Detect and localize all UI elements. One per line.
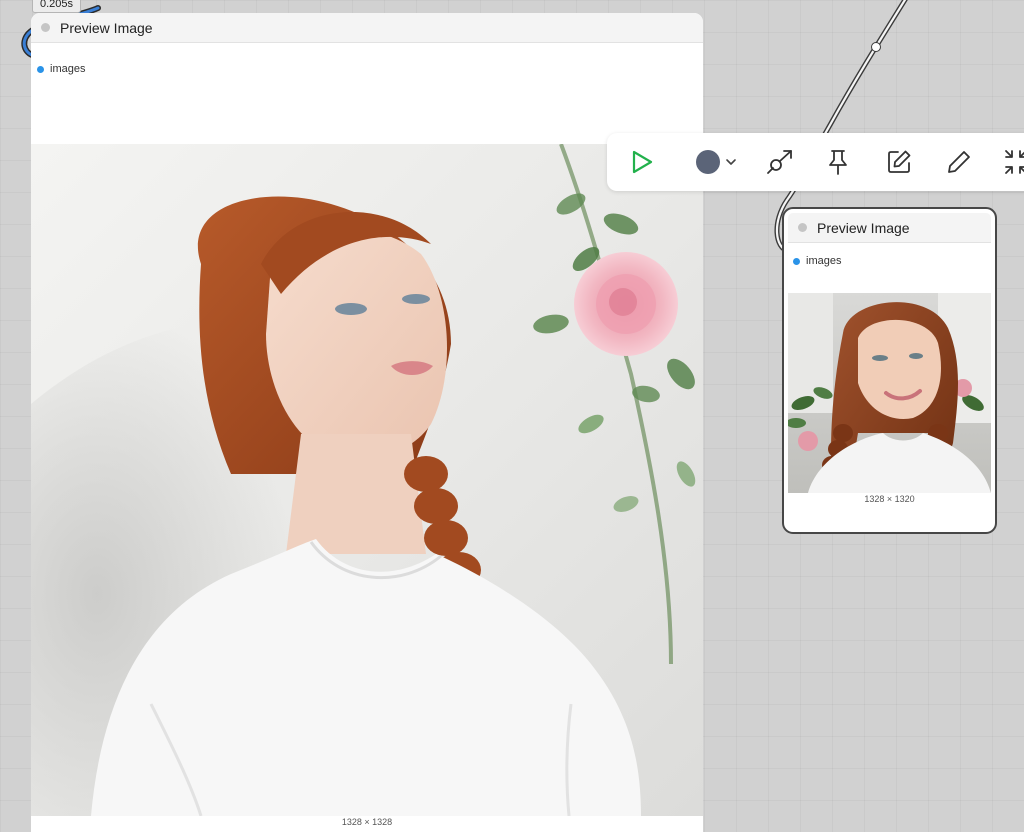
collapse-button[interactable]: [1003, 142, 1024, 182]
preview-image-illustration: [31, 144, 703, 816]
input-slot-images[interactable]: images: [37, 63, 85, 75]
node-header[interactable]: Preview Image: [788, 213, 991, 243]
node-title: Preview Image: [817, 219, 910, 236]
input-slot-images[interactable]: images: [793, 255, 841, 267]
preview-image-node-small[interactable]: Preview Image images 1328 × 1320: [782, 207, 997, 534]
slot-connector-dot[interactable]: [37, 65, 44, 73]
color-circle-icon: [696, 150, 736, 174]
preview-image[interactable]: [788, 293, 991, 493]
preview-image[interactable]: [31, 144, 703, 816]
graph-canvas[interactable]: 0.205s Preview Image images 1328 × 1328 …: [0, 0, 1024, 832]
slot-label: images: [806, 255, 842, 267]
play-icon: [632, 150, 653, 174]
pin-icon: [829, 150, 847, 175]
node-status-dot[interactable]: [798, 223, 807, 232]
pencil-icon: [948, 151, 970, 173]
slot-connector-dot[interactable]: [793, 257, 800, 265]
image-dimensions-label: 1328 × 1328: [341, 817, 393, 827]
bypass-button[interactable]: [765, 142, 795, 182]
bypass-icon: [767, 150, 792, 174]
color-button[interactable]: [695, 142, 741, 182]
pin-button[interactable]: [825, 142, 851, 182]
slot-label: images: [50, 63, 86, 75]
collapse-icon: [1005, 150, 1024, 174]
edit-square-icon: [888, 150, 911, 173]
node-title: Preview Image: [60, 19, 153, 36]
rename-button[interactable]: [945, 142, 973, 182]
image-dimensions-label: 1328 × 1320: [864, 494, 915, 504]
link-midpoint-handle[interactable]: [871, 42, 881, 52]
node-header[interactable]: Preview Image: [31, 13, 703, 43]
execution-time-badge: 0.205s: [32, 0, 82, 13]
run-button[interactable]: [629, 142, 655, 182]
node-status-dot[interactable]: [41, 23, 50, 32]
preview-image-illustration: [788, 293, 991, 493]
preview-image-node-large[interactable]: Preview Image images 1328 × 1328: [31, 13, 703, 832]
edit-button[interactable]: [885, 142, 913, 182]
selection-toolbar: [607, 133, 1024, 191]
